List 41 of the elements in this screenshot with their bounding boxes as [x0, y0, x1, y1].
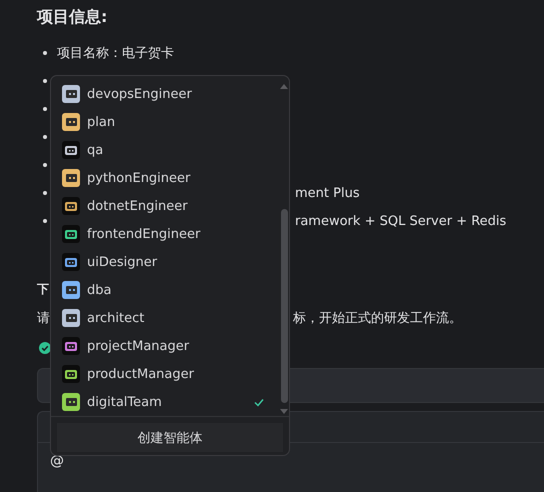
agent-option[interactable]: dba [51, 276, 279, 304]
robot-icon [62, 113, 80, 131]
list-item-text: ment Plus [295, 186, 360, 200]
agent-option[interactable]: qa [51, 136, 279, 164]
robot-icon [62, 85, 80, 103]
scroll-down-icon[interactable] [280, 409, 288, 414]
robot-icon [62, 281, 80, 299]
agent-option[interactable]: dotnetEngineer [51, 192, 279, 220]
section-heading: 项目信息: [37, 6, 108, 28]
robot-icon [62, 253, 80, 271]
agent-option[interactable]: productManager [51, 360, 279, 388]
robot-icon [62, 393, 80, 411]
agent-option[interactable]: pythonEngineer [51, 164, 279, 192]
list-item-text: ramework + SQL Server + Redis [295, 214, 506, 228]
scrollbar-thumb[interactable] [280, 209, 288, 403]
robot-icon [62, 197, 80, 215]
robot-icon [62, 141, 80, 159]
paragraph-text: 请 [37, 310, 50, 328]
robot-icon [62, 309, 80, 327]
bullet-icon [43, 191, 47, 195]
bullet-icon [43, 163, 47, 167]
create-agent-button[interactable]: 创建智能体 [57, 423, 283, 452]
bullet-icon [43, 135, 47, 139]
robot-icon [62, 169, 80, 187]
robot-icon [62, 225, 80, 243]
agent-option[interactable]: frontendEngineer [51, 220, 279, 248]
paragraph-text: 标，开始正式的研发工作流。 [293, 310, 462, 328]
bullet-icon [43, 51, 47, 55]
agent-option[interactable]: projectManager [51, 332, 279, 360]
scroll-up-icon[interactable] [280, 84, 288, 89]
bullet-icon [43, 107, 47, 111]
robot-icon [62, 365, 80, 383]
agent-option[interactable]: devopsEngineer [51, 80, 279, 108]
bullet-icon [43, 79, 47, 83]
section-heading: 下 [37, 281, 49, 298]
list-item-text: 项目名称：电子贺卡 [57, 45, 174, 62]
bullet-icon [43, 219, 47, 223]
agent-option[interactable]: uiDesigner [51, 248, 279, 276]
robot-icon [62, 337, 80, 355]
agent-option[interactable]: architect [51, 304, 279, 332]
agent-option[interactable]: plan [51, 108, 279, 136]
